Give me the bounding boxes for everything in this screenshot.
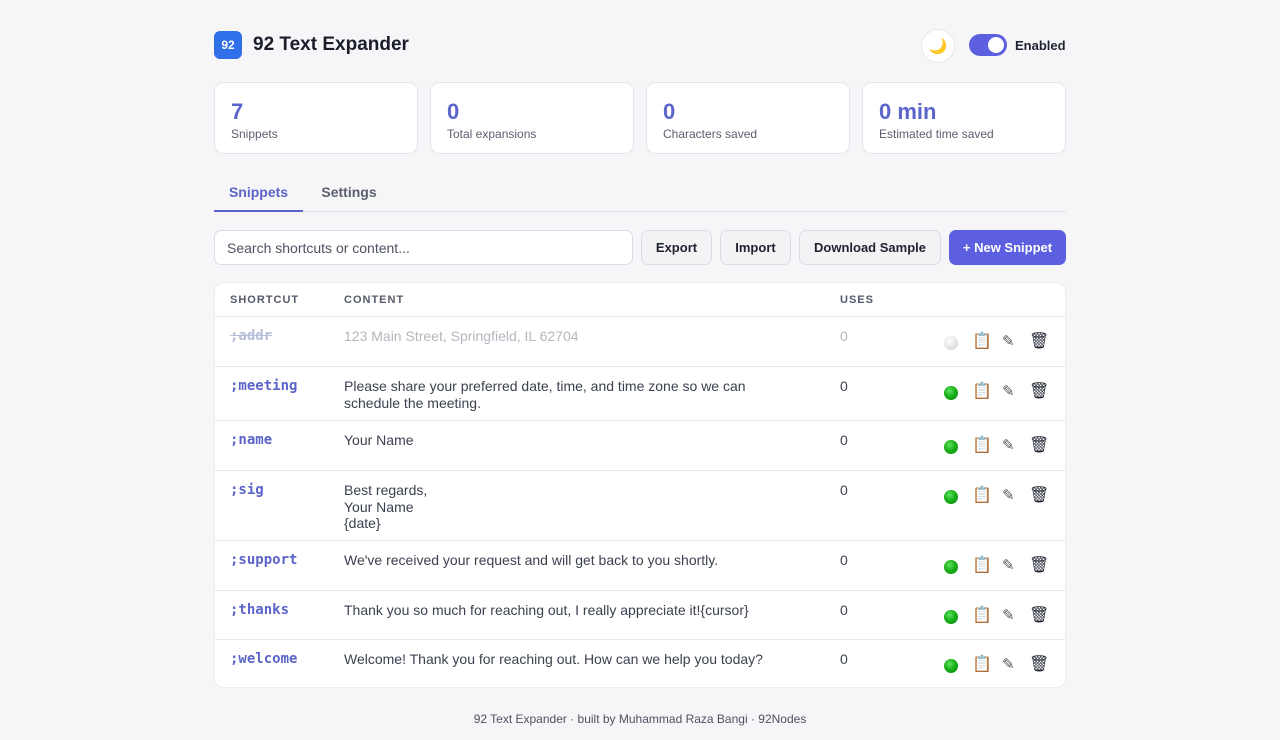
- table-row: ;sig Best regards, Your Name {date} 0 📋 …: [215, 471, 1065, 541]
- enable-toggle[interactable]: [969, 34, 1007, 56]
- edit-icon[interactable]: ✎: [1002, 436, 1015, 456]
- table-row: ;welcome Welcome! Thank you for reaching…: [215, 640, 1065, 689]
- new-snippet-button[interactable]: + New Snippet: [949, 230, 1066, 265]
- table-header: SHORTCUT CONTENT USES: [215, 283, 1065, 317]
- snippet-content: Welcome! Thank you for reaching out. How…: [344, 651, 763, 667]
- snippet-content: Your Name: [344, 432, 414, 448]
- status-toggle-icon[interactable]: [944, 659, 958, 673]
- import-button[interactable]: Import: [720, 230, 791, 265]
- snippet-shortcut: ;name: [230, 432, 273, 448]
- edit-icon[interactable]: ✎: [1002, 655, 1015, 675]
- table-row: ;addr 123 Main Street, Springfield, IL 6…: [215, 317, 1065, 367]
- edit-icon[interactable]: ✎: [1002, 606, 1015, 626]
- trash-icon[interactable]: 🗑: [1029, 606, 1049, 626]
- stat-card-time: 0 min Estimated time saved: [862, 82, 1066, 154]
- moon-icon: 🌙: [928, 38, 948, 55]
- snippet-content: Best regards, Your Name {date}: [344, 482, 428, 531]
- edit-icon[interactable]: ✎: [1002, 486, 1015, 506]
- search-input[interactable]: [214, 230, 633, 265]
- column-header-uses: USES: [840, 294, 874, 306]
- stat-value: 0: [447, 99, 460, 124]
- edit-icon[interactable]: ✎: [1002, 382, 1015, 402]
- status-toggle-icon[interactable]: [944, 336, 958, 350]
- snippet-uses: 0: [840, 602, 848, 618]
- copy-icon[interactable]: 📋: [972, 436, 992, 456]
- toolbar: Export Import Download Sample + New Snip…: [214, 230, 1066, 265]
- row-actions: 📋 ✎ 🗑: [944, 332, 1054, 352]
- trash-icon[interactable]: 🗑: [1029, 332, 1049, 352]
- tab-settings[interactable]: Settings: [311, 172, 387, 212]
- trash-icon[interactable]: 🗑: [1029, 556, 1049, 576]
- table-row: ;name Your Name 0 📋 ✎ 🗑: [215, 421, 1065, 471]
- snippet-shortcut: ;support: [230, 552, 298, 568]
- status-toggle-icon[interactable]: [944, 386, 958, 400]
- snippets-table: SHORTCUT CONTENT USES ;addr 123 Main Str…: [214, 282, 1066, 688]
- snippet-shortcut: ;sig: [230, 482, 264, 498]
- snippet-shortcut: ;addr: [230, 328, 273, 344]
- copy-icon[interactable]: 📋: [972, 382, 992, 402]
- snippet-uses: 0: [840, 432, 848, 448]
- row-actions: 📋 ✎ 🗑: [944, 436, 1054, 456]
- stat-value: 7: [231, 99, 244, 124]
- snippet-content: Thank you so much for reaching out, I re…: [344, 602, 749, 618]
- snippet-uses: 0: [840, 552, 848, 568]
- stat-card-expansions: 0 Total expansions: [430, 82, 634, 154]
- snippet-content: We've received your request and will get…: [344, 552, 719, 568]
- snippet-content: 123 Main Street, Springfield, IL 62704: [344, 328, 579, 344]
- stats-row: 7 Snippets 0 Total expansions 0 Characte…: [214, 82, 1066, 154]
- snippet-uses: 0: [840, 651, 848, 667]
- stat-label: Snippets: [231, 127, 278, 141]
- edit-icon[interactable]: ✎: [1002, 556, 1015, 576]
- stat-value: 0 min: [879, 99, 937, 124]
- row-actions: 📋 ✎ 🗑: [944, 655, 1054, 675]
- snippet-shortcut: ;meeting: [230, 378, 298, 394]
- column-header-shortcut: SHORTCUT: [230, 294, 300, 306]
- app-logo: 92: [214, 31, 242, 59]
- download-sample-button[interactable]: Download Sample: [799, 230, 941, 265]
- table-row: ;meeting Please share your preferred dat…: [215, 367, 1065, 421]
- row-actions: 📋 ✎ 🗑: [944, 556, 1054, 576]
- stat-label: Characters saved: [663, 127, 758, 141]
- copy-icon[interactable]: 📋: [972, 606, 992, 626]
- column-header-content: CONTENT: [344, 294, 405, 306]
- row-actions: 📋 ✎ 🗑: [944, 382, 1054, 402]
- row-actions: 📋 ✎ 🗑: [944, 606, 1054, 626]
- stat-card-characters: 0 Characters saved: [646, 82, 850, 154]
- stat-label: Estimated time saved: [879, 127, 994, 141]
- snippet-shortcut: ;welcome: [230, 651, 298, 667]
- copy-icon[interactable]: 📋: [972, 556, 992, 576]
- app-header: 92 92 Text Expander 🌙 Enabled: [214, 29, 1066, 63]
- copy-icon[interactable]: 📋: [972, 486, 992, 506]
- edit-icon[interactable]: ✎: [1002, 332, 1015, 352]
- stat-label: Total expansions: [447, 127, 537, 141]
- tab-snippets[interactable]: Snippets: [214, 172, 303, 212]
- snippet-content: Please share your preferred date, time, …: [344, 378, 746, 411]
- trash-icon[interactable]: 🗑: [1029, 486, 1049, 506]
- theme-toggle-button[interactable]: 🌙: [921, 29, 955, 63]
- snippet-uses: 0: [840, 378, 848, 394]
- trash-icon[interactable]: 🗑: [1029, 655, 1049, 675]
- row-actions: 📋 ✎ 🗑: [944, 486, 1054, 506]
- snippet-uses: 0: [840, 328, 848, 344]
- status-toggle-icon[interactable]: [944, 490, 958, 504]
- stat-card-snippets: 7 Snippets: [214, 82, 418, 154]
- snippet-uses: 0: [840, 482, 848, 498]
- enable-toggle-label: Enabled: [1015, 38, 1066, 53]
- status-toggle-icon[interactable]: [944, 610, 958, 624]
- app-title: 92 Text Expander: [253, 34, 409, 55]
- status-toggle-icon[interactable]: [944, 560, 958, 574]
- trash-icon[interactable]: 🗑: [1029, 382, 1049, 402]
- status-toggle-icon[interactable]: [944, 440, 958, 454]
- table-row: ;thanks Thank you so much for reaching o…: [215, 591, 1065, 640]
- toggle-knob: [988, 37, 1004, 53]
- trash-icon[interactable]: 🗑: [1029, 436, 1049, 456]
- copy-icon[interactable]: 📋: [972, 655, 992, 675]
- copy-icon[interactable]: 📋: [972, 332, 992, 352]
- table-row: ;support We've received your request and…: [215, 541, 1065, 591]
- footer-credit: 92 Text Expander · built by Muhammad Raz…: [473, 712, 807, 726]
- export-button[interactable]: Export: [641, 230, 712, 265]
- stat-value: 0: [663, 99, 676, 124]
- tab-bar: Snippets Settings: [214, 172, 1066, 212]
- snippet-shortcut: ;thanks: [230, 602, 290, 618]
